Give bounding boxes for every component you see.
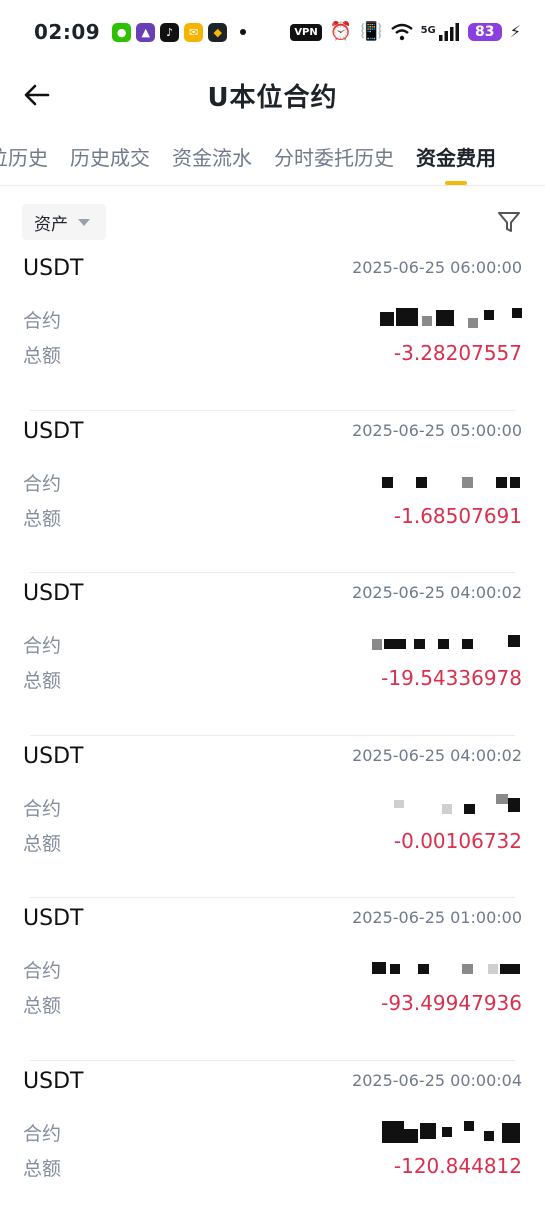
contract-label: 合约 bbox=[23, 794, 61, 821]
total-label: 总额 bbox=[23, 341, 61, 368]
filter-row: 资产 bbox=[22, 204, 522, 240]
record-time: 2025-06-25 04:00:02 bbox=[352, 583, 522, 602]
asset-dropdown[interactable]: 资产 bbox=[22, 204, 106, 240]
list-item: USDT 2025-06-25 01:00:00 合约 总额 -93.49947… bbox=[0, 898, 545, 1061]
charging-icon: ⚡ bbox=[510, 24, 521, 40]
caret-down-icon bbox=[78, 219, 90, 226]
tab-position-history[interactable]: 位历史 bbox=[0, 142, 48, 185]
status-time: 02:09 bbox=[34, 20, 100, 44]
redacted-contract-name bbox=[372, 794, 522, 818]
redacted-contract-name bbox=[372, 1119, 522, 1143]
game-icon: ▲ bbox=[136, 23, 155, 42]
battery-indicator: 83 bbox=[468, 23, 502, 41]
record-amount: -120.844812 bbox=[394, 1154, 522, 1178]
funding-fee-list: USDT 2025-06-25 06:00:00 合约 总额 -3.282075… bbox=[0, 248, 545, 1223]
vpn-badge: VPN bbox=[290, 24, 321, 41]
notification-dot-icon bbox=[240, 29, 246, 35]
total-label: 总额 bbox=[23, 1154, 61, 1181]
record-time: 2025-06-25 00:00:04 bbox=[352, 1071, 522, 1090]
record-time: 2025-06-25 01:00:00 bbox=[352, 908, 522, 927]
contract-label: 合约 bbox=[23, 956, 61, 983]
list-item: USDT 2025-06-25 00:00:04 合约 总额 -120.8448… bbox=[0, 1061, 545, 1223]
tab-trade-history[interactable]: 历史成交 bbox=[70, 142, 150, 185]
network-label: 5G bbox=[421, 25, 436, 36]
wechat-icon: ● bbox=[112, 23, 131, 42]
page-header: U本位合约 bbox=[0, 64, 545, 126]
alarm-icon: ⏰ bbox=[330, 23, 352, 41]
tab-twap-history[interactable]: 分时委托历史 bbox=[274, 142, 394, 185]
record-amount: -0.00106732 bbox=[394, 829, 522, 853]
record-symbol: USDT bbox=[23, 256, 83, 281]
contract-label: 合约 bbox=[23, 306, 61, 333]
page-title: U本位合约 bbox=[207, 77, 337, 114]
redacted-contract-name bbox=[372, 631, 522, 655]
list-item: USDT 2025-06-25 04:00:02 合约 总额 -0.001067… bbox=[0, 736, 545, 899]
record-symbol: USDT bbox=[23, 1069, 83, 1094]
tab-fund-flow[interactable]: 资金流水 bbox=[172, 142, 252, 185]
record-time: 2025-06-25 06:00:00 bbox=[352, 258, 522, 277]
wifi-icon bbox=[391, 23, 413, 41]
asset-dropdown-label: 资产 bbox=[34, 210, 68, 235]
total-label: 总额 bbox=[23, 829, 61, 856]
record-amount: -3.28207557 bbox=[394, 341, 522, 365]
record-symbol: USDT bbox=[23, 906, 83, 931]
list-item: USDT 2025-06-25 05:00:00 合约 总额 -1.685076… bbox=[0, 411, 545, 574]
binance-icon: ◆ bbox=[208, 23, 227, 42]
status-app-icons: ● ▲ ♪ ✉ ◆ bbox=[112, 23, 246, 42]
list-item: USDT 2025-06-25 06:00:00 合约 总额 -3.282075… bbox=[0, 248, 545, 411]
contract-label: 合约 bbox=[23, 631, 61, 658]
record-time: 2025-06-25 04:00:02 bbox=[352, 746, 522, 765]
record-amount: -93.49947936 bbox=[381, 991, 522, 1015]
status-bar: 02:09 ● ▲ ♪ ✉ ◆ VPN ⏰ 📳 5G 83 ⚡ bbox=[0, 0, 545, 64]
record-amount: -19.54336978 bbox=[381, 666, 522, 690]
list-item: USDT 2025-06-25 04:00:02 合约 总额 -19.54336… bbox=[0, 573, 545, 736]
signal-icon bbox=[438, 23, 460, 41]
record-symbol: USDT bbox=[23, 581, 83, 606]
total-label: 总额 bbox=[23, 504, 61, 531]
record-amount: -1.68507691 bbox=[394, 504, 522, 528]
filter-icon[interactable] bbox=[496, 209, 522, 235]
contract-label: 合约 bbox=[23, 1119, 61, 1146]
total-label: 总额 bbox=[23, 666, 61, 693]
tab-funding-fee[interactable]: 资金费用 bbox=[416, 142, 496, 185]
redacted-contract-name bbox=[372, 956, 522, 980]
record-time: 2025-06-25 05:00:00 bbox=[352, 421, 522, 440]
redacted-contract-name bbox=[372, 469, 522, 493]
mail-icon: ✉ bbox=[184, 23, 203, 42]
record-symbol: USDT bbox=[23, 744, 83, 769]
contract-label: 合约 bbox=[23, 469, 61, 496]
back-arrow-icon[interactable] bbox=[22, 80, 52, 110]
tab-bar: 位历史 历史成交 资金流水 分时委托历史 资金费用 bbox=[0, 130, 545, 186]
vibrate-icon: 📳 bbox=[360, 23, 382, 41]
record-symbol: USDT bbox=[23, 419, 83, 444]
total-label: 总额 bbox=[23, 991, 61, 1018]
tiktok-icon: ♪ bbox=[160, 23, 179, 42]
redacted-contract-name bbox=[372, 306, 522, 330]
